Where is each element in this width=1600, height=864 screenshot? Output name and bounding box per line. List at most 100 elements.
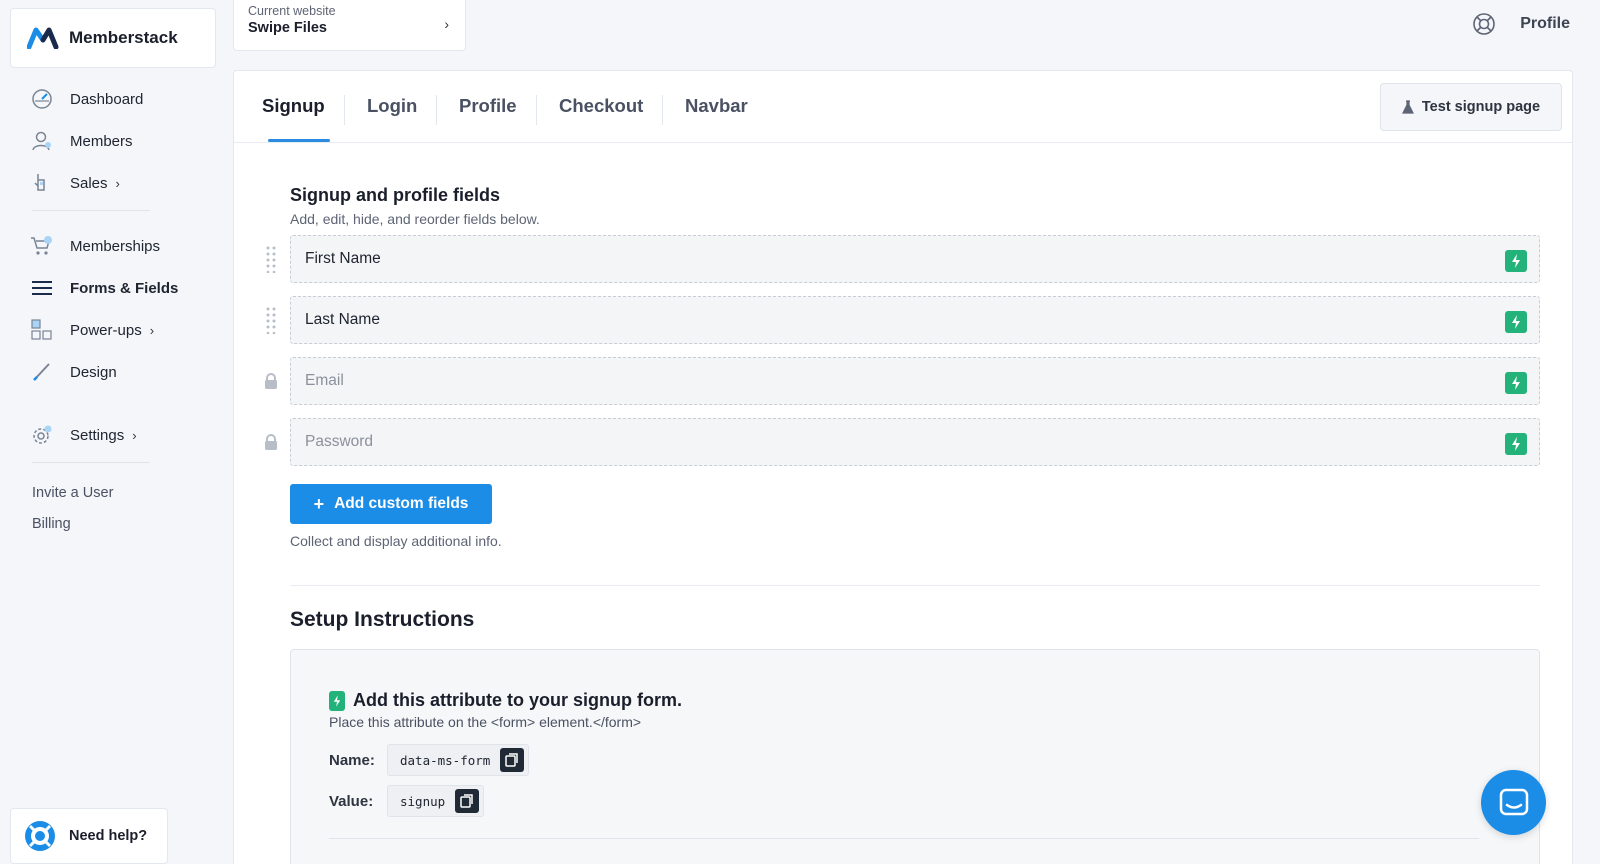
tab-profile[interactable]: Profile xyxy=(459,95,517,117)
field-row[interactable]: First Name xyxy=(290,235,1540,283)
sidebar: Memberstack Dashboard Members Sales › Me… xyxy=(0,0,232,864)
sidebar-item-forms-fields[interactable]: Forms & Fields xyxy=(0,267,232,309)
top-right-actions: Profile xyxy=(1472,12,1570,36)
drag-handle-icon[interactable] xyxy=(264,245,278,273)
drag-handle-icon[interactable] xyxy=(264,306,278,334)
sidebar-item-label: Forms & Fields xyxy=(70,279,179,297)
field-name: Last Name xyxy=(305,311,380,328)
add-fields-hint: Collect and display additional info. xyxy=(290,533,502,549)
setup-instructions-box: Add this attribute to your signup form. … xyxy=(290,649,1540,864)
lightning-icon[interactable] xyxy=(1505,311,1527,333)
tab-separator xyxy=(536,95,537,125)
need-help-button[interactable]: Need help? xyxy=(10,808,168,864)
sidebar-item-design[interactable]: Design xyxy=(0,351,232,393)
setup-instructions-title: Setup Instructions xyxy=(290,608,475,631)
tab-navbar[interactable]: Navbar xyxy=(685,95,748,117)
copy-icon[interactable] xyxy=(500,748,525,772)
tab-checkout[interactable]: Checkout xyxy=(559,95,643,117)
tab-signup[interactable]: Signup xyxy=(262,95,325,117)
sidebar-item-label: Members xyxy=(70,132,133,150)
sidebar-item-label: Memberships xyxy=(70,237,161,255)
divider xyxy=(32,210,150,211)
lock-icon xyxy=(264,367,278,395)
tab-bar: Signup Login Profile Checkout Navbar Tes… xyxy=(234,71,1572,143)
fields-section-subtitle: Add, edit, hide, and reorder fields belo… xyxy=(290,211,540,227)
lock-icon xyxy=(264,428,278,456)
sidebar-links: Invite a User Billing xyxy=(0,478,232,540)
website-switcher[interactable]: Current website Swipe Files › xyxy=(233,0,466,51)
tab-separator xyxy=(662,95,663,125)
section-divider xyxy=(290,585,1540,586)
support-icon[interactable] xyxy=(1472,12,1496,36)
field-name: Password xyxy=(305,433,374,450)
billing-link[interactable]: Billing xyxy=(0,509,232,540)
tab-separator xyxy=(344,95,345,125)
design-icon xyxy=(30,360,54,384)
chevron-right-icon: › xyxy=(444,16,449,32)
sales-icon xyxy=(30,171,54,195)
field-row[interactable]: Email xyxy=(290,357,1540,405)
website-name: Swipe Files xyxy=(248,20,327,36)
lifebuoy-icon xyxy=(23,819,57,853)
add-custom-fields-button[interactable]: + Add custom fields xyxy=(290,484,492,524)
sidebar-item-dashboard[interactable]: Dashboard xyxy=(0,78,232,120)
power-ups-icon xyxy=(30,318,54,342)
field-row[interactable]: Last Name xyxy=(290,296,1540,344)
name-key: Name: xyxy=(329,751,375,769)
test-signup-page-button[interactable]: Test signup page xyxy=(1380,83,1562,131)
main-panel: Signup Login Profile Checkout Navbar Tes… xyxy=(233,70,1573,864)
memberstack-logo-icon xyxy=(27,27,59,49)
copy-icon[interactable] xyxy=(455,789,480,813)
lightning-icon[interactable] xyxy=(1505,433,1527,455)
sidebar-item-label: Dashboard xyxy=(70,90,144,108)
attribute-title: Add this attribute to your signup form. xyxy=(353,690,682,710)
settings-icon xyxy=(30,423,54,447)
lightning-icon xyxy=(329,690,345,711)
name-value: data-ms-form xyxy=(400,752,491,768)
need-help-label: Need help? xyxy=(69,828,148,844)
sidebar-item-label: Design xyxy=(70,363,117,381)
attribute-name-row: Name: data-ms-form xyxy=(329,744,530,776)
tab-separator xyxy=(436,95,437,125)
sidebar-item-memberships[interactable]: Memberships xyxy=(0,225,232,267)
sidebar-item-settings[interactable]: Settings › xyxy=(0,414,232,456)
value-code: signup xyxy=(387,785,485,817)
chevron-right-icon: › xyxy=(115,175,120,191)
name-code: data-ms-form xyxy=(387,744,530,776)
test-signup-page-label: Test signup page xyxy=(1421,99,1541,115)
field-name: First Name xyxy=(305,250,381,267)
attribute-heading: Add this attribute to your signup form. xyxy=(329,690,682,711)
field-row[interactable]: Password xyxy=(290,418,1540,466)
sidebar-item-members[interactable]: Members xyxy=(0,120,232,162)
sidebar-item-label: Sales xyxy=(70,174,108,192)
plus-icon: + xyxy=(313,493,325,514)
tab-login[interactable]: Login xyxy=(367,95,417,117)
attribute-subtitle: Place this attribute on the <form> eleme… xyxy=(329,714,642,730)
sidebar-item-sales[interactable]: Sales › xyxy=(0,162,232,204)
lightning-icon[interactable] xyxy=(1505,250,1527,272)
divider xyxy=(32,462,150,463)
brand-name: Memberstack xyxy=(69,28,178,47)
nav-settings: Settings › xyxy=(0,414,232,469)
sidebar-item-label: Settings xyxy=(70,426,125,444)
memberships-icon xyxy=(30,234,54,258)
attribute-value-row: Value: signup xyxy=(329,785,485,817)
forms-icon xyxy=(30,276,54,300)
brand[interactable]: Memberstack xyxy=(10,8,216,68)
value-key: Value: xyxy=(329,792,374,810)
dashboard-icon xyxy=(30,87,54,111)
flask-icon xyxy=(1401,100,1414,114)
profile-link[interactable]: Profile xyxy=(1520,15,1570,33)
chevron-right-icon: › xyxy=(132,427,137,443)
chat-icon xyxy=(1499,788,1529,818)
invite-user-link[interactable]: Invite a User xyxy=(0,478,232,509)
add-custom-fields-label: Add custom fields xyxy=(334,495,469,512)
lightning-icon[interactable] xyxy=(1505,372,1527,394)
website-caption: Current website xyxy=(248,4,336,18)
nav-build: Memberships Forms & Fields Power-ups › D… xyxy=(0,225,232,393)
field-name: Email xyxy=(305,372,344,389)
chat-launcher-button[interactable] xyxy=(1481,770,1546,835)
members-icon xyxy=(30,129,54,153)
value-value: signup xyxy=(400,793,446,809)
sidebar-item-power-ups[interactable]: Power-ups › xyxy=(0,309,232,351)
